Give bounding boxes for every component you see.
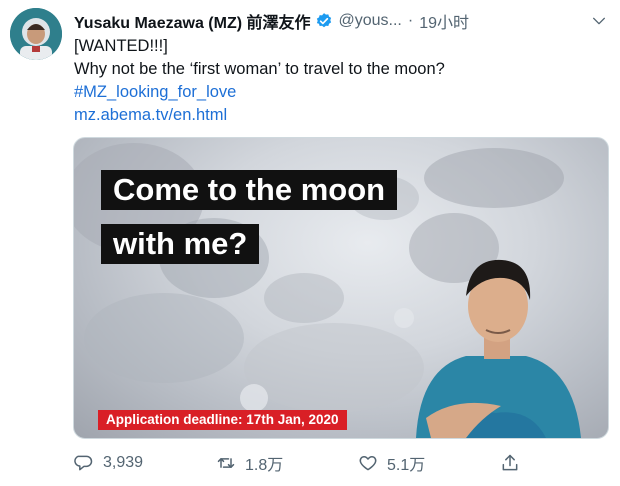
retweet-icon: [217, 458, 235, 468]
like-count: 5.1万: [387, 457, 426, 474]
retweet-button[interactable]: 1.8万: [216, 448, 283, 478]
share-button[interactable]: [500, 448, 529, 478]
tweet-text-line-1: [WANTED!!!]: [74, 37, 168, 55]
url-link[interactable]: mz.abema.tv/en.html: [74, 104, 227, 126]
separator-dot: ·: [407, 12, 414, 29]
headline-line-2: with me?: [101, 224, 260, 264]
chevron-down-icon[interactable]: [590, 10, 608, 32]
retweet-count: 1.8万: [245, 457, 284, 474]
tweet-actions-bar: 3,939 1.8万 5.1万: [74, 448, 620, 478]
author-handle[interactable]: @yous...: [339, 12, 402, 30]
hashtag-link[interactable]: #MZ_looking_for_love: [74, 81, 236, 103]
like-button[interactable]: 5.1万: [358, 448, 425, 478]
avatar[interactable]: [10, 8, 62, 60]
tweet-timestamp[interactable]: 19小时: [419, 9, 469, 33]
tweet-media-image[interactable]: Come to the moon with me? Application de…: [73, 137, 609, 439]
avatar-image: [10, 8, 62, 60]
person-photo: [416, 259, 581, 438]
share-icon: [502, 454, 518, 471]
reply-icon: [74, 455, 93, 471]
tweet-header: Yusaku Maezawa (MZ) 前澤友作 @yous... · 19小时: [74, 10, 608, 32]
author-name[interactable]: Yusaku Maezawa (MZ) 前澤友作: [74, 9, 311, 33]
heart-icon: [359, 456, 377, 471]
reply-button[interactable]: 3,939: [74, 448, 143, 478]
reply-count: 3,939: [103, 454, 144, 471]
headline-line-1: Come to the moon: [101, 170, 398, 210]
verified-badge-icon: [315, 12, 333, 30]
deadline-banner: Application deadline: 17th Jan, 2020: [98, 410, 347, 430]
tweet-text-line-2: Why not be the ‘first woman’ to travel t…: [74, 60, 445, 78]
